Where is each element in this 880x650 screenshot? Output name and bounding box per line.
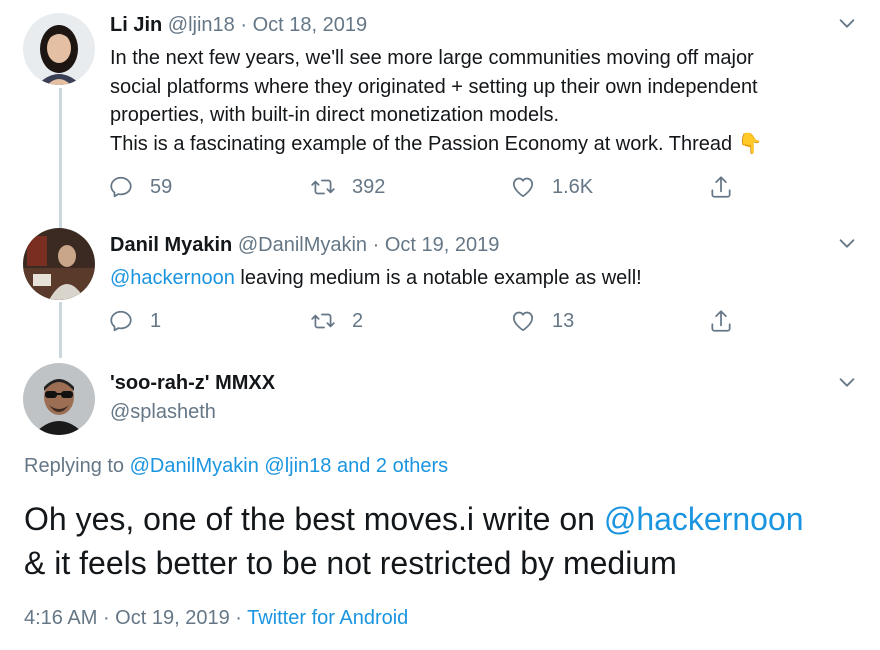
tweet-text-line: This is a fascinating example of the Pas… <box>110 130 763 159</box>
retweet-count: 392 <box>352 175 386 198</box>
like-count: 1.6K <box>552 175 594 198</box>
share-icon <box>711 310 731 332</box>
like-button[interactable]: 1.6K <box>510 172 593 202</box>
heart-icon <box>512 177 534 198</box>
chevron-down-icon[interactable] <box>836 232 858 254</box>
reply-count: 1 <box>150 309 162 332</box>
reply-count: 59 <box>150 175 173 198</box>
tweet-meta: 4:16 AM · Oct 19, 2019 · Twitter for And… <box>24 607 408 630</box>
tweet-date[interactable]: Oct 19, 2019 <box>385 234 500 256</box>
like-button[interactable]: 13 <box>510 306 574 336</box>
retweet-count: 2 <box>352 309 364 332</box>
reply-icon <box>110 176 132 198</box>
share-button[interactable] <box>708 306 734 336</box>
reply-button[interactable]: 59 <box>108 172 172 202</box>
tweet-header: Li Jin @ljin18 · Oct 18, 2019 <box>110 14 367 37</box>
avatar-li-jin[interactable] <box>23 13 95 85</box>
share-icon <box>711 176 731 198</box>
separator: · <box>97 607 116 629</box>
tweet-li-jin[interactable]: Li Jin @ljin18 · Oct 18, 2019 In the nex… <box>0 0 880 220</box>
tweet-actions: 1 2 13 <box>108 306 748 336</box>
tweet-source-link[interactable]: Twitter for Android <box>247 607 408 629</box>
avatar-danil-myakin[interactable] <box>23 228 95 300</box>
mention-link[interactable]: @hackernoon <box>604 501 804 537</box>
tweet-danil-myakin[interactable]: Danil Myakin @DanilMyakin · Oct 19, 2019… <box>0 220 880 360</box>
author-handle[interactable]: @ljin18 <box>168 14 235 36</box>
separator: · <box>367 234 385 256</box>
reply-button[interactable]: 1 <box>108 306 161 336</box>
tweet-text-content: leaving medium is a notable example as w… <box>234 267 642 289</box>
tweet-header: Danil Myakin @DanilMyakin · Oct 19, 2019 <box>110 234 499 257</box>
tweet-date[interactable]: Oct 18, 2019 <box>253 14 368 36</box>
pointing-down-emoji: 👇 <box>737 132 763 155</box>
chevron-down-icon[interactable] <box>836 371 858 393</box>
heart-icon <box>512 311 534 332</box>
focused-tweet-text: Oh yes, one of the best moves.i write on… <box>24 497 804 585</box>
tweet-text-line: social platforms where they originated +… <box>110 75 758 98</box>
tweet-text: @hackernoon leaving medium is a notable … <box>110 264 642 293</box>
retweet-icon <box>311 313 335 329</box>
tweet-text-line: Oh yes, one of the best moves.i write on… <box>24 497 804 541</box>
mention-link[interactable]: @hackernoon <box>110 267 235 289</box>
replying-prefix: Replying to <box>24 455 130 477</box>
retweet-button[interactable]: 2 <box>310 306 363 336</box>
author-name[interactable]: Li Jin <box>110 14 162 36</box>
tweet-text-content: Oh yes, one of the best moves.i write on <box>24 501 604 537</box>
tweet-text-line: properties, with built-in direct monetiz… <box>110 104 560 127</box>
tweet-text-line: In the next few years, we'll see more la… <box>110 47 754 69</box>
separator: · <box>234 14 253 36</box>
author-handle[interactable]: @splasheth <box>110 401 216 424</box>
like-count: 13 <box>552 309 575 332</box>
tweet-time[interactable]: 4:16 AM <box>24 607 97 629</box>
tweet-actions: 59 392 1.6K <box>108 172 748 202</box>
avatar-splasheth[interactable] <box>23 363 95 435</box>
tweet-text-line: & it feels better to be not restricted b… <box>24 545 677 581</box>
retweet-icon <box>311 179 335 195</box>
replying-to-links[interactable]: @DanilMyakin @ljin18 and 2 others <box>130 455 449 477</box>
author-name[interactable]: Danil Myakin <box>110 234 232 256</box>
chevron-down-icon[interactable] <box>836 12 858 34</box>
tweet-text-content: This is a fascinating example of the Pas… <box>110 132 738 155</box>
retweet-button[interactable]: 392 <box>310 172 385 202</box>
tweet-date[interactable]: Oct 19, 2019 <box>115 607 230 629</box>
share-button[interactable] <box>708 172 734 202</box>
author-name[interactable]: 'soo-rah-z' MMXX <box>110 372 275 395</box>
reply-icon <box>110 310 132 332</box>
separator: · <box>229 607 248 629</box>
replying-to: Replying to @DanilMyakin @ljin18 and 2 o… <box>24 455 448 478</box>
tweet-text: In the next few years, we'll see more la… <box>110 44 763 158</box>
author-handle[interactable]: @DanilMyakin <box>238 234 367 256</box>
